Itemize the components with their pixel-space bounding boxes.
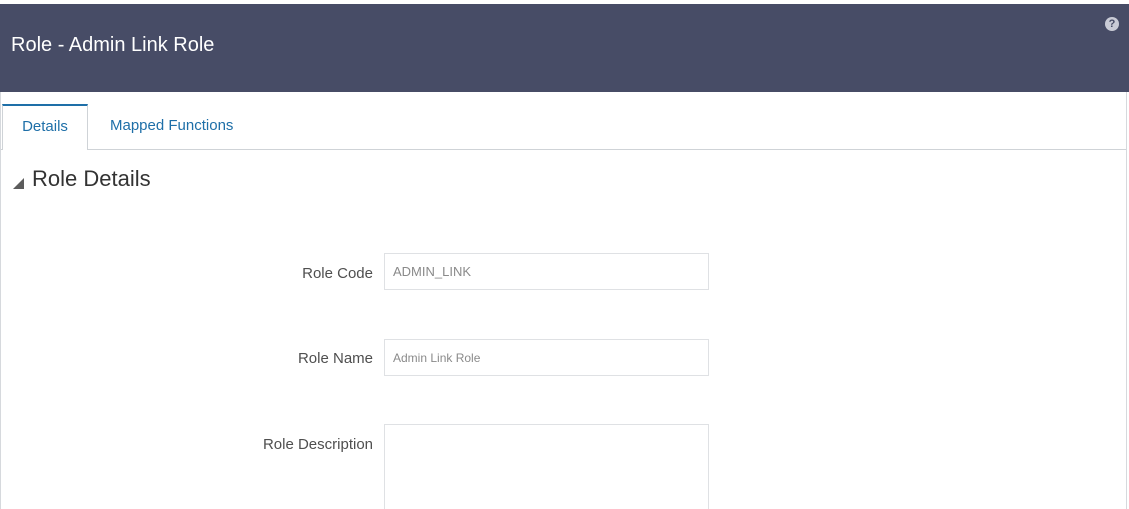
page-header: Role - Admin Link Role ? [0, 4, 1129, 92]
role-name-label: Role Name [297, 350, 373, 367]
role-code-label: Role Code [302, 265, 373, 282]
role-name-input[interactable] [384, 339, 709, 376]
tab-bar: Details Mapped Functions [1, 104, 1126, 150]
section-title: Role Details [32, 166, 151, 191]
role-code-input[interactable] [384, 253, 709, 290]
page-title: Role - Admin Link Role [11, 34, 215, 56]
role-description-label: Role Description [262, 436, 373, 453]
section-header: Role Details [13, 164, 151, 194]
role-description-textarea[interactable] [384, 424, 709, 509]
tab-mapped-functions[interactable]: Mapped Functions [110, 104, 233, 149]
tab-details[interactable]: Details [2, 104, 88, 150]
help-icon[interactable]: ? [1105, 17, 1119, 31]
content-panel: Details Mapped Functions Role Details Ro… [0, 92, 1127, 509]
role-details-window: Role - Admin Link Role ? Details Mapped … [0, 0, 1129, 509]
collapse-triangle-icon[interactable] [13, 177, 24, 189]
